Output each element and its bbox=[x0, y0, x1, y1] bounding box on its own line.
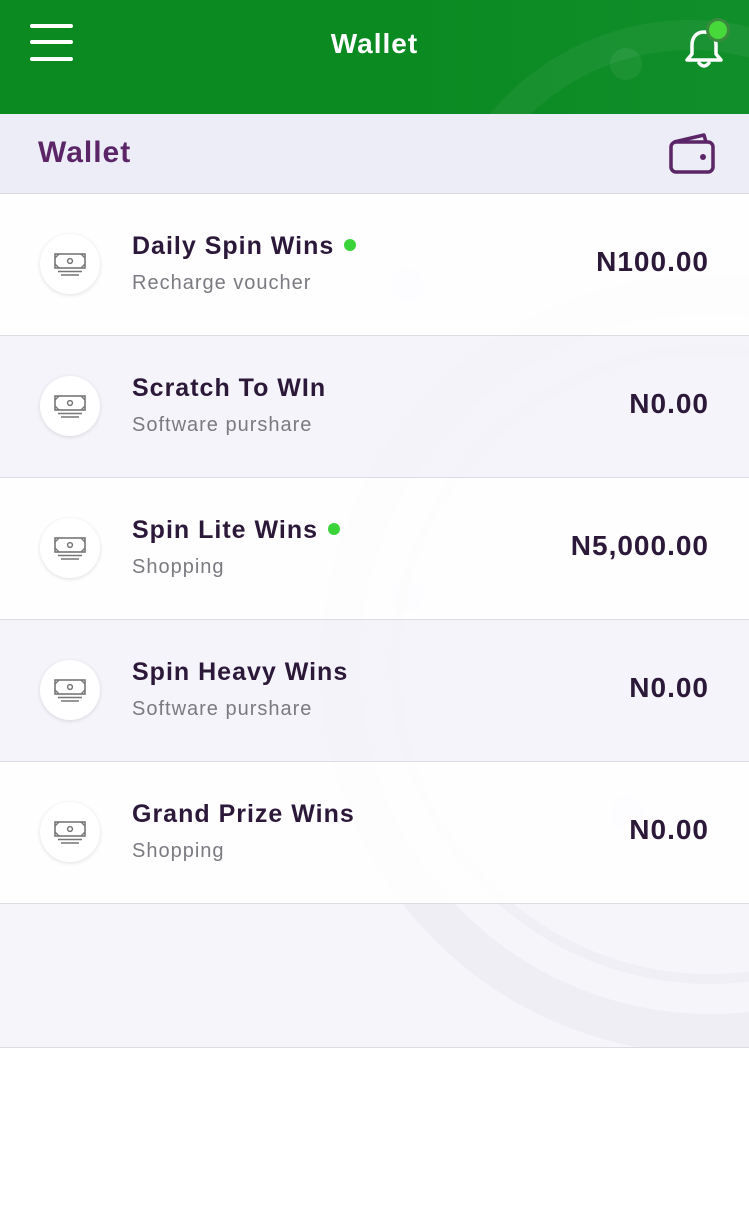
money-bill-icon bbox=[40, 518, 100, 578]
money-bill-icon bbox=[40, 802, 100, 862]
wallet-subtitle: Shopping bbox=[132, 840, 225, 862]
wallet-amount: N5,000.00 bbox=[570, 530, 709, 561]
wallet-section-header: Wallet bbox=[0, 114, 749, 194]
money-bill-icon bbox=[40, 376, 100, 436]
notification-bell-icon[interactable] bbox=[680, 18, 732, 74]
wallet-name: Daily Spin Wins bbox=[132, 232, 357, 261]
money-bill-icon bbox=[40, 234, 100, 294]
wallet-row[interactable]: Spin Heavy Wins Software purshare N0.00 bbox=[0, 620, 749, 762]
wallet-amount: N0.00 bbox=[629, 388, 709, 419]
wallet-name: Spin Lite Wins bbox=[132, 516, 340, 545]
active-status-dot bbox=[328, 523, 340, 536]
list-bottom-divider bbox=[0, 1047, 749, 1048]
wallet-name: Spin Heavy Wins bbox=[132, 658, 349, 686]
wallet-row[interactable]: Grand Prize Wins Shopping N0.00 bbox=[0, 762, 749, 904]
top-app-bar: Wallet bbox=[0, 0, 749, 114]
wallet-subtitle: Shopping bbox=[132, 556, 225, 578]
wallet-row[interactable]: Scratch To WIn Software purshare N0.00 bbox=[0, 336, 749, 478]
wallet-amount: N100.00 bbox=[596, 246, 709, 277]
wallet-subtitle: Recharge voucher bbox=[132, 272, 312, 294]
wallet-icon[interactable] bbox=[668, 132, 716, 176]
wallet-amount: N0.00 bbox=[629, 814, 709, 845]
app-bar-title: Wallet bbox=[330, 28, 419, 59]
wallet-row[interactable]: Spin Lite Wins Shopping N5,000.00 bbox=[0, 478, 749, 620]
wallet-name: Scratch To WIn bbox=[132, 374, 327, 402]
wallet-subtitle: Software purshare bbox=[132, 414, 313, 436]
wallet-list: Daily Spin Wins Recharge voucher N100.00… bbox=[0, 194, 749, 1048]
wallet-name: Grand Prize Wins bbox=[132, 800, 355, 828]
notification-badge bbox=[706, 18, 730, 42]
money-bill-icon bbox=[40, 660, 100, 720]
wallet-subtitle: Software purshare bbox=[132, 698, 313, 720]
app-screen: Wallet Wallet Daily Spin Wins Recharge v… bbox=[0, 0, 749, 1232]
wallet-row[interactable]: Daily Spin Wins Recharge voucher N100.00 bbox=[0, 194, 749, 336]
active-status-dot bbox=[344, 239, 357, 252]
wallet-amount: N0.00 bbox=[629, 672, 709, 703]
section-title: Wallet bbox=[38, 136, 132, 169]
